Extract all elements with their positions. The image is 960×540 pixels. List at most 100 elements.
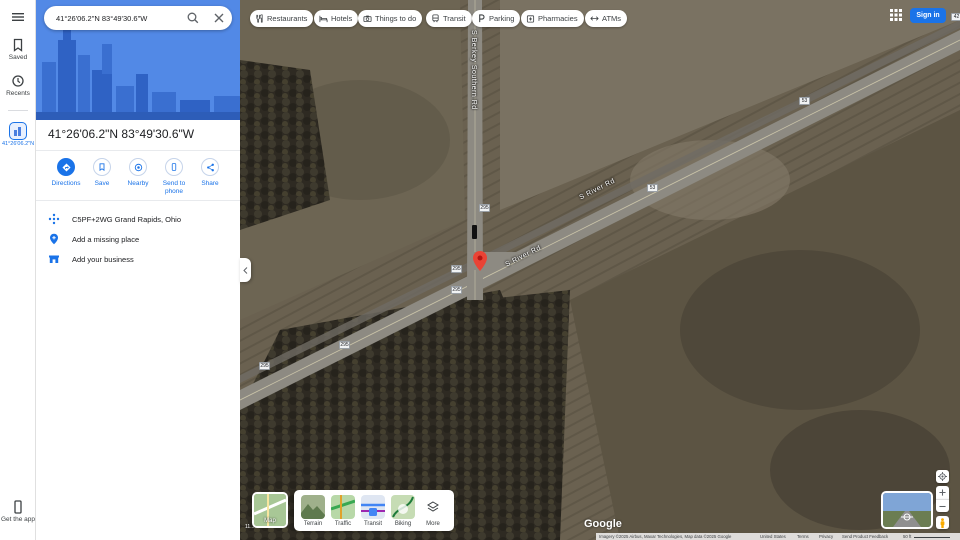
left-rail: Saved Recents 41°26'06.2"N Get the app <box>0 0 36 540</box>
layer-traffic[interactable]: Traffic <box>330 495 356 527</box>
route-shield: 295 <box>451 286 462 294</box>
bookmark-icon <box>13 38 23 52</box>
layers-icon <box>421 495 445 519</box>
menu-icon <box>12 13 24 21</box>
add-missing-place-row[interactable]: Add a missing place <box>48 230 234 248</box>
chip-restaurants[interactable]: Restaurants <box>250 10 314 27</box>
atm-icon <box>590 16 599 21</box>
saved-label: Saved <box>8 54 28 61</box>
history-icon <box>12 75 24 87</box>
parking-icon <box>479 14 485 23</box>
city-icon <box>14 127 21 136</box>
chip-label: ATMs <box>602 14 622 23</box>
feedback-link[interactable]: Send Product Feedback <box>842 534 888 539</box>
chip-hotels[interactable]: Hotels <box>314 10 359 27</box>
store-icon <box>49 255 59 263</box>
my-location-button[interactable] <box>936 470 949 483</box>
country-link[interactable]: United States <box>760 534 786 539</box>
layer-terrain[interactable]: Terrain <box>300 495 326 527</box>
zoom-out-button[interactable] <box>936 499 949 512</box>
street-view-thumbnail[interactable] <box>881 491 933 529</box>
street-view-pegman-button[interactable] <box>936 516 949 529</box>
street-view-preview <box>883 493 931 527</box>
directions-label: Directions <box>51 180 81 187</box>
layers-panel: Terrain Traffic Transit Biking More <box>294 490 454 531</box>
add-business-text: Add your business <box>72 254 134 264</box>
scale-text: 11... <box>245 524 255 530</box>
share-icon <box>201 158 219 176</box>
layer-label: Biking <box>394 521 412 527</box>
road-label-berkey: S Berkey Southern Rd <box>470 30 477 110</box>
terrain-thumbnail <box>301 495 325 519</box>
layer-more[interactable]: More <box>420 495 446 527</box>
layer-toggle-button[interactable]: Map <box>252 492 288 528</box>
route-shield: 295 <box>479 204 490 212</box>
plus-icon <box>939 489 946 496</box>
location-pin-icon[interactable] <box>473 251 487 271</box>
plus-code-row[interactable]: C5PF+2WG Grand Rapids, Ohio <box>48 210 234 228</box>
biking-thumbnail <box>391 495 415 519</box>
google-logo: Google <box>584 518 622 530</box>
chip-label: Things to do <box>375 14 417 23</box>
nearby-label: Nearby <box>127 180 149 187</box>
route-shield: 295 <box>339 341 350 349</box>
add-location-icon <box>50 233 58 245</box>
layer-transit[interactable]: Transit <box>360 495 386 527</box>
chip-label: Hotels <box>331 14 353 23</box>
search-icon[interactable] <box>186 11 200 25</box>
chevron-left-icon <box>243 266 248 274</box>
save-button[interactable]: Save <box>84 158 120 188</box>
rail-divider <box>8 110 28 111</box>
chip-pharmacies[interactable]: Pharmacies <box>521 10 584 27</box>
chip-label: Pharmacies <box>538 14 578 23</box>
search-input[interactable] <box>56 6 176 30</box>
map-footer: Imagery ©2025 Airbus, Maxar Technologies… <box>596 533 960 540</box>
traffic-signal-icon <box>472 225 477 239</box>
apps-grid-icon[interactable] <box>890 9 902 21</box>
search-box <box>44 6 232 30</box>
add-business-row[interactable]: Add your business <box>48 250 234 268</box>
minus-icon <box>939 505 946 507</box>
collapse-panel-button[interactable] <box>240 258 251 282</box>
chip-atms[interactable]: ATMs <box>585 10 628 27</box>
directions-icon <box>57 158 75 176</box>
phone-icon <box>14 500 22 514</box>
chip-parking[interactable]: Parking <box>472 10 521 27</box>
terms-link[interactable]: Terms <box>797 534 809 539</box>
send-to-phone-button[interactable]: Send to phone <box>156 158 192 196</box>
get-app-label: Get the app <box>1 516 35 523</box>
pegman-icon <box>940 517 945 528</box>
directions-button[interactable]: Directions <box>48 158 84 188</box>
place-thumbnail <box>9 122 27 140</box>
close-icon[interactable] <box>212 11 226 25</box>
recent-place-button[interactable]: 41°26'06.2"N <box>0 122 36 147</box>
share-button[interactable]: Share <box>192 158 228 188</box>
chip-things-to-do[interactable]: Things to do <box>358 10 423 27</box>
hotel-icon <box>319 15 328 23</box>
privacy-link[interactable]: Privacy <box>819 534 833 539</box>
route-shield: 295 <box>451 265 462 273</box>
chip-label: Restaurants <box>267 14 308 23</box>
divider <box>36 200 240 201</box>
crosshair-icon <box>938 472 947 481</box>
nearby-icon <box>129 158 147 176</box>
route-shield: 53 <box>799 97 810 105</box>
recents-button[interactable]: Recents <box>0 74 36 98</box>
saved-button[interactable]: Saved <box>0 38 36 62</box>
menu-button[interactable] <box>0 10 36 26</box>
nearby-button[interactable]: Nearby <box>120 158 156 188</box>
sign-in-button[interactable]: Sign in <box>910 8 946 23</box>
share-label: Share <box>201 180 219 187</box>
layer-biking[interactable]: Biking <box>390 495 416 527</box>
satellite-map[interactable]: S Berkey Southern Rd S River Rd S River … <box>240 0 960 540</box>
scale-label[interactable]: 50 ft <box>903 534 911 539</box>
route-shield: 295 <box>259 362 270 370</box>
zoom-in-button[interactable] <box>936 486 949 499</box>
route-shield: 42 <box>951 13 960 21</box>
send-to-phone-label: Send to phone <box>162 180 186 195</box>
get-app-button[interactable]: Get the app <box>0 500 36 524</box>
layer-label: Transit <box>363 521 383 527</box>
chip-transit[interactable]: Transit <box>426 10 472 27</box>
chip-label: Parking <box>489 14 515 23</box>
camera-icon <box>363 15 372 23</box>
